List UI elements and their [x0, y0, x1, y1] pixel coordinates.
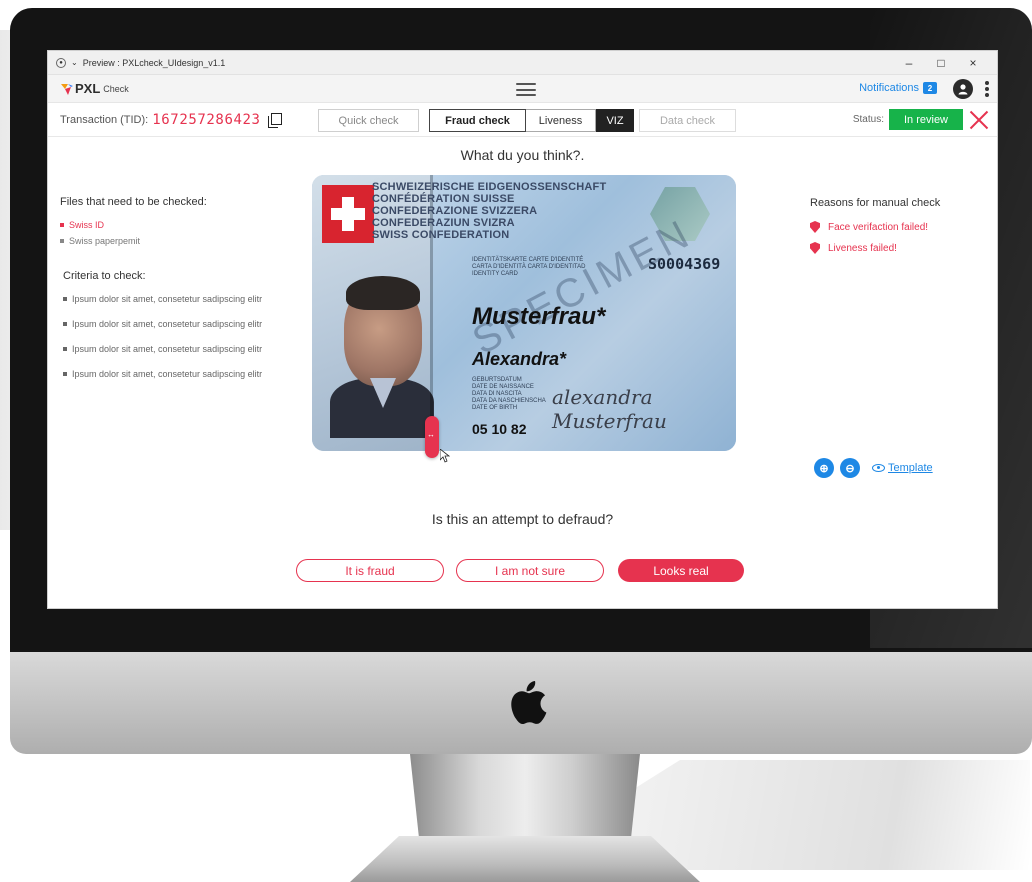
criteria-item: Ipsum dolor sit amet, consetetur sadipsc…	[63, 369, 270, 380]
user-avatar-icon[interactable]	[953, 79, 973, 99]
transaction-label: Transaction (TID):	[60, 113, 149, 126]
shield-icon	[810, 221, 820, 233]
user-icon	[958, 84, 968, 95]
status-indicator: Status: In review	[853, 109, 963, 130]
app-window: ● ⌄ Preview : PXLcheck_UIdesign_v1.1 – □…	[47, 50, 998, 609]
tab-viz[interactable]: VIZ	[596, 109, 634, 132]
app-header: PXL Check Notifications 2	[48, 75, 997, 103]
window-titlebar: ● ⌄ Preview : PXLcheck_UIdesign_v1.1 – □…	[48, 51, 997, 75]
monitor-stand-base	[350, 836, 700, 882]
file-item-swiss-paperpermit[interactable]: Swiss paperpemit	[60, 236, 270, 246]
fraud-question: Is this an attempt to defraud?	[431, 511, 614, 527]
brand-name: PXL	[75, 81, 101, 96]
status-badge: In review	[889, 109, 963, 130]
brand-sub: Check	[103, 83, 129, 94]
zoom-out-icon[interactable]: ⊖	[840, 458, 860, 478]
swiss-flag-icon	[322, 185, 374, 243]
transaction-bar: Transaction (TID): 167257286423 Quick ch…	[48, 103, 997, 137]
record-icon[interactable]: ●	[56, 57, 66, 68]
close-transaction-icon[interactable]	[969, 110, 989, 130]
id-header-text: SCHWEIZERISCHE EIDGENOSSENSCHAFT CONFÉDÉ…	[372, 181, 607, 241]
pxl-logo[interactable]: PXL Check	[60, 81, 129, 96]
criteria-title: Criteria to check:	[63, 270, 146, 282]
tab-quick-check[interactable]: Quick check	[318, 109, 419, 132]
tab-liveness[interactable]: Liveness	[526, 109, 596, 132]
tab-fraud-check[interactable]: Fraud check	[429, 109, 526, 132]
file-item-label: Swiss paperpemit	[69, 236, 141, 246]
copy-icon[interactable]	[267, 112, 282, 128]
image-tools: ⊕ ⊖ Template	[814, 458, 933, 478]
file-item-swiss-id[interactable]: Swiss ID	[60, 220, 270, 230]
notifications-label: Notifications	[859, 82, 919, 94]
template-link[interactable]: Template	[872, 462, 933, 474]
template-label: Template	[888, 462, 933, 474]
status-label: Status:	[852, 114, 884, 125]
compare-slider-handle[interactable]	[425, 416, 439, 458]
id-surname: Musterfrau*	[472, 303, 606, 330]
not-sure-button[interactable]: I am not sure	[456, 559, 604, 582]
maximize-button[interactable]: □	[925, 56, 957, 70]
id-dob: 05 10 82	[472, 421, 527, 437]
mouse-cursor-icon	[440, 449, 450, 463]
it-is-fraud-button[interactable]: It is fraud	[296, 559, 444, 582]
criteria-item: Ipsum dolor sit amet, consetetur sadipsc…	[63, 344, 270, 355]
criteria-item: Ipsum dolor sit amet, consetetur sadipsc…	[63, 294, 270, 305]
minimize-button[interactable]: –	[893, 56, 925, 70]
scene: ● ⌄ Preview : PXLcheck_UIdesign_v1.1 – □…	[0, 0, 1032, 882]
files-title: Files that need to be checked:	[60, 196, 207, 208]
apple-logo-icon	[511, 681, 547, 725]
window-title: Preview : PXLcheck_UIdesign_v1.1	[82, 57, 226, 68]
monitor-stand-neck	[410, 754, 640, 840]
reasons-title: Reasons for manual check	[810, 197, 941, 209]
pxl-logo-icon	[61, 83, 73, 95]
tab-data-check[interactable]: Data check	[639, 109, 736, 132]
transaction-id: 167257286423	[152, 111, 261, 128]
looks-real-button[interactable]: Looks real	[618, 559, 744, 582]
id-dob-labels: GEBURTSDATUM DATE DE NAISSANCE DATA DI N…	[472, 377, 546, 411]
more-options-icon[interactable]	[985, 81, 989, 97]
check-tabs: Quick check Fraud check Liveness VIZ Dat…	[318, 109, 736, 132]
window-close-button[interactable]: ×	[957, 56, 989, 70]
reasons-panel: Reasons for manual check Face verifactio…	[810, 197, 980, 263]
zoom-in-icon[interactable]: ⊕	[814, 458, 834, 478]
decision-buttons: It is fraud I am not sure Looks real	[296, 559, 756, 582]
notifications-button[interactable]: Notifications 2	[859, 82, 937, 94]
eye-icon	[872, 464, 885, 472]
id-card-image[interactable]: SCHWEIZERISCHE EIDGENOSSENSCHAFT CONFÉDÉ…	[312, 175, 736, 451]
files-panel: Files that need to be checked: Swiss ID …	[60, 196, 270, 394]
id-signature: alexandra Musterfrau	[552, 385, 667, 433]
file-item-label: Swiss ID	[69, 220, 105, 230]
chevron-down-icon[interactable]: ⌄	[71, 58, 78, 67]
id-given-name: Alexandra*	[472, 349, 567, 369]
notifications-badge: 2	[923, 82, 937, 94]
portrait-photo	[330, 270, 434, 438]
reason-item: Liveness failed!	[810, 242, 980, 254]
menu-icon[interactable]	[516, 83, 536, 96]
shield-icon	[810, 242, 820, 254]
review-question: What du you think?.	[460, 147, 585, 163]
criteria-item: Ipsum dolor sit amet, consetetur sadipsc…	[63, 319, 270, 330]
reason-item: Face verifaction failed!	[810, 221, 980, 233]
